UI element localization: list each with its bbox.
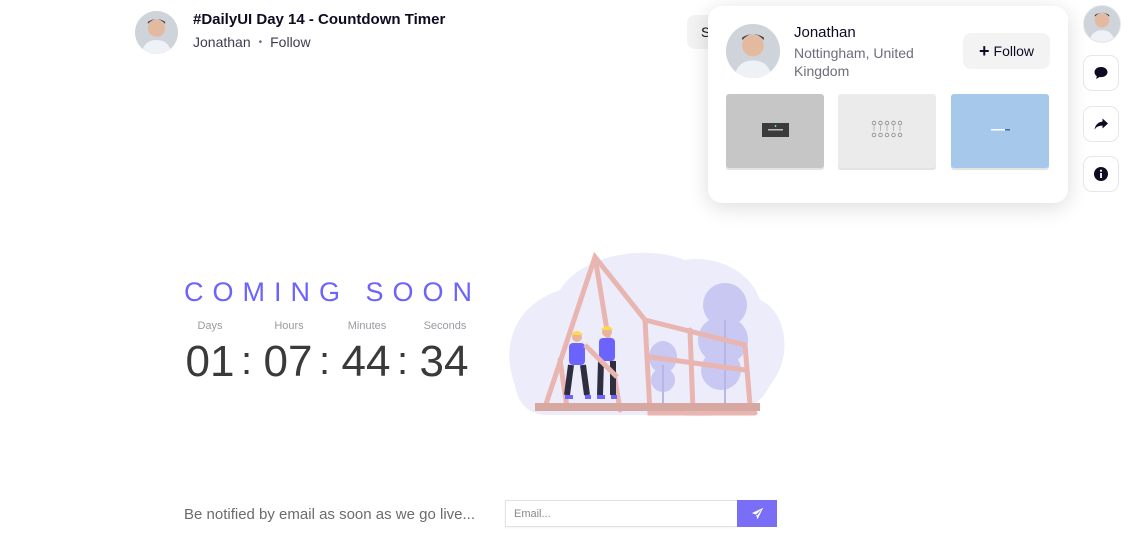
- profile-popover: Jonathan Nottingham, United Kingdom + Fo…: [708, 6, 1068, 203]
- plus-icon: +: [979, 41, 990, 61]
- author-meta: Jonathan • Follow: [193, 34, 311, 50]
- colon-separator: :: [319, 339, 331, 383]
- popover-follow-button[interactable]: + Follow: [963, 33, 1050, 69]
- author-avatar[interactable]: [135, 11, 178, 54]
- popover-follow-label: Follow: [993, 43, 1034, 59]
- seconds-value: 34: [419, 337, 469, 386]
- send-button[interactable]: [737, 500, 777, 527]
- info-button[interactable]: [1083, 156, 1119, 192]
- shot-thumbnail-3[interactable]: [951, 94, 1049, 168]
- days-label: Days: [197, 320, 223, 332]
- email-input[interactable]: [505, 500, 737, 527]
- share-icon: [1094, 118, 1108, 130]
- info-icon: [1094, 167, 1108, 181]
- shot-thumbnail-1[interactable]: [726, 94, 824, 168]
- seconds-label: Seconds: [423, 320, 467, 332]
- comment-button[interactable]: [1083, 55, 1119, 91]
- author-name-link[interactable]: Jonathan: [193, 34, 251, 50]
- popover-avatar[interactable]: [726, 24, 780, 78]
- hours-label: Hours: [274, 320, 304, 332]
- coming-soon-heading: COMING SOON: [184, 277, 482, 307]
- days-value: 01: [185, 337, 235, 386]
- popover-name[interactable]: Jonathan: [794, 24, 856, 41]
- colon-separator: :: [241, 339, 253, 383]
- paper-plane-icon: [751, 507, 763, 520]
- notify-text: Be notified by email as soon as we go li…: [184, 506, 475, 523]
- colon-separator: :: [397, 339, 409, 383]
- shot-title: #DailyUI Day 14 - Countdown Timer: [193, 11, 446, 28]
- hours-value: 07: [263, 337, 313, 386]
- minutes-label: Minutes: [347, 320, 387, 332]
- minutes-value: 44: [341, 337, 391, 386]
- side-author-avatar[interactable]: [1083, 5, 1121, 43]
- share-button[interactable]: [1083, 106, 1119, 142]
- comment-icon: [1094, 67, 1108, 79]
- header-follow-link[interactable]: Follow: [270, 34, 310, 50]
- popover-location: Nottingham, United Kingdom: [794, 45, 914, 79]
- shot-thumbnail-2[interactable]: [838, 94, 936, 168]
- meta-separator: •: [258, 36, 263, 48]
- construction-illustration: [509, 251, 785, 417]
